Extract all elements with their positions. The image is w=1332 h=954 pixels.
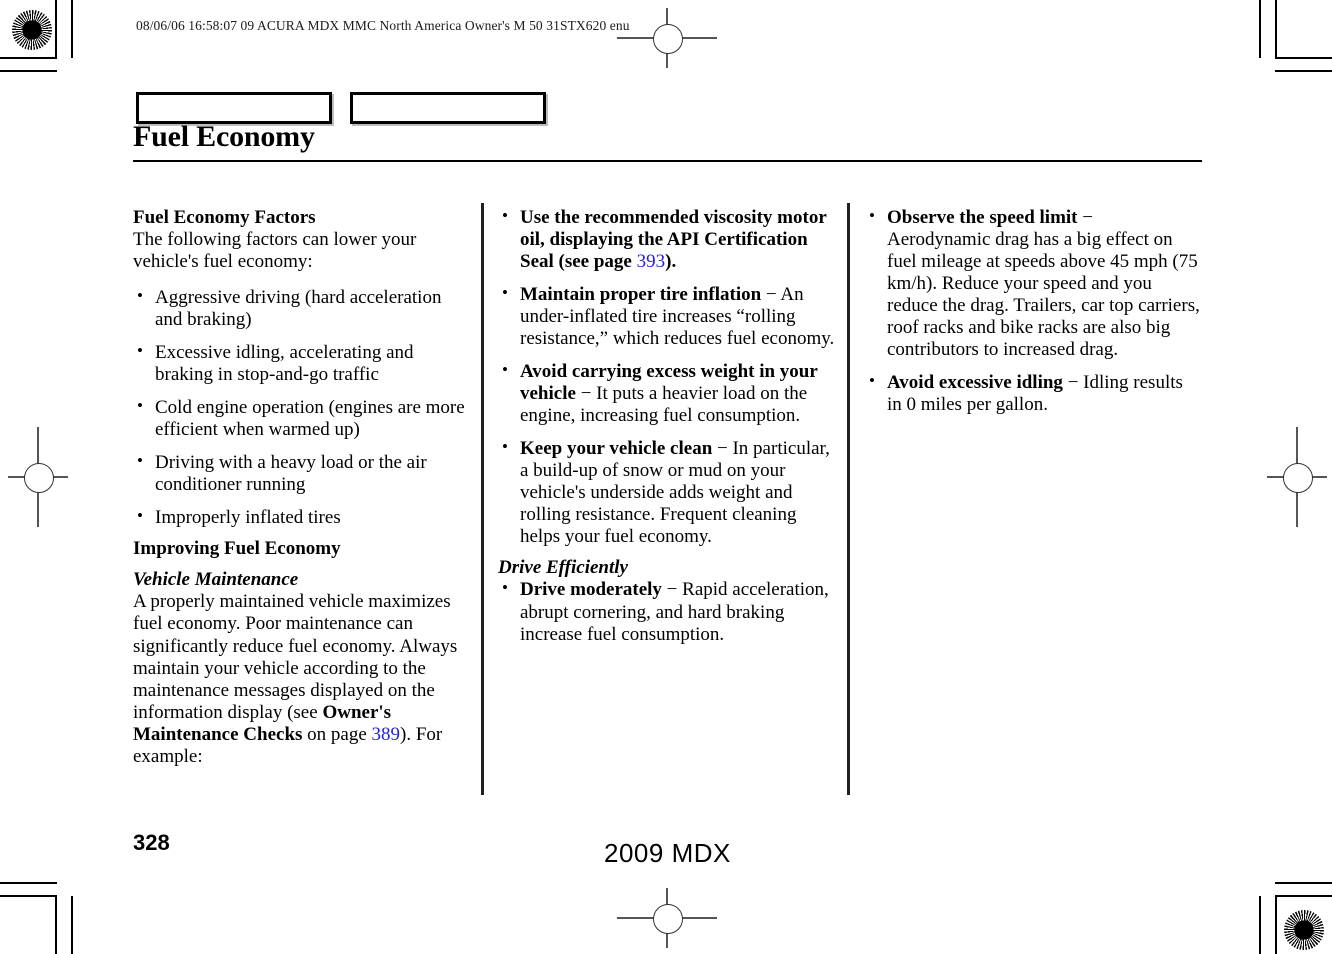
driving-tips-bullet-list: Observe the speed limit − Aerodynamic dr… bbox=[865, 206, 1200, 416]
bullet-lead-text: Avoid excessive idling bbox=[887, 372, 1063, 394]
drive-efficiently-bullet-list: Drive moderately − Rapid acceleration, a… bbox=[498, 578, 838, 645]
bullet-lead-text: Drive moderately bbox=[520, 579, 662, 601]
maintenance-bullet-list: Use the recommended viscosity motor oil,… bbox=[498, 206, 838, 548]
bullet-lead-text: Observe the speed limit bbox=[887, 207, 1078, 228]
column-divider-2 bbox=[847, 203, 850, 795]
registration-target-right-icon bbox=[1267, 427, 1327, 527]
em-dash-separator: − bbox=[1067, 372, 1079, 394]
crop-mark-line bbox=[71, 0, 73, 58]
registration-target-bottom-icon bbox=[617, 888, 717, 948]
crop-mark-line bbox=[0, 57, 57, 59]
bullet-lead-tail: ). bbox=[665, 251, 677, 273]
crop-mark-line bbox=[1275, 0, 1277, 57]
heading-improving-fuel-economy: Improving Fuel Economy bbox=[133, 538, 341, 560]
registration-target-left-icon bbox=[8, 427, 68, 527]
registration-ring bbox=[24, 463, 54, 493]
registration-ring bbox=[653, 904, 683, 934]
list-item: Improperly inflated tires bbox=[133, 506, 471, 529]
crop-mark-line bbox=[0, 895, 57, 897]
intro-paragraph: The following factors can lower your veh… bbox=[133, 229, 417, 273]
crop-mark-line bbox=[1275, 57, 1332, 59]
paragraph-text-part1: A properly maintained vehicle maximizes … bbox=[133, 591, 458, 723]
crop-mark-line bbox=[71, 896, 73, 954]
list-item: Driving with a heavy load or the air con… bbox=[133, 451, 471, 496]
vehicle-maintenance-paragraph: A properly maintained vehicle maximizes … bbox=[133, 591, 471, 767]
list-item: Keep your vehicle clean − In particular,… bbox=[498, 437, 838, 548]
paragraph-text-part2: on page bbox=[302, 723, 372, 745]
em-dash-separator: − bbox=[666, 579, 678, 601]
bullet-body-text: Aerodynamic drag has a big effect on fue… bbox=[887, 229, 1200, 361]
registration-starburst-icon bbox=[1284, 910, 1324, 950]
page-number: 328 bbox=[133, 830, 170, 855]
registration-ring bbox=[653, 24, 683, 54]
column-divider-1 bbox=[481, 203, 484, 795]
list-item: Drive moderately − Rapid acceleration, a… bbox=[498, 578, 838, 645]
registration-ring bbox=[1283, 463, 1313, 493]
crop-mark-line bbox=[1275, 895, 1277, 954]
crop-mark-line bbox=[1259, 0, 1261, 58]
model-year-label: 2009 MDX bbox=[604, 838, 731, 868]
crop-mark-line bbox=[55, 0, 57, 57]
subheading-drive-efficiently: Drive Efficiently bbox=[498, 557, 628, 579]
em-dash-separator: − bbox=[1082, 207, 1093, 228]
crop-mark-line bbox=[0, 882, 57, 884]
heading-fuel-economy-factors: Fuel Economy Factors bbox=[133, 207, 316, 228]
em-dash-separator: − bbox=[580, 383, 592, 405]
crop-mark-line bbox=[0, 70, 57, 72]
list-item: Avoid carrying excess weight in your veh… bbox=[498, 360, 838, 427]
list-item: Avoid excessive idling − Idling results … bbox=[865, 371, 1200, 416]
print-slug-line: 08/06/06 16:58:07 09 ACURA MDX MMC North… bbox=[136, 18, 630, 33]
list-item: Observe the speed limit − Aerodynamic dr… bbox=[865, 206, 1200, 361]
list-item: Maintain proper tire inflation − An unde… bbox=[498, 283, 838, 350]
crop-mark-line bbox=[55, 895, 57, 954]
em-dash-separator: − bbox=[717, 438, 728, 460]
content-column-2: Use the recommended viscosity motor oil,… bbox=[498, 206, 838, 646]
list-item: Use the recommended viscosity motor oil,… bbox=[498, 206, 838, 273]
registration-target-top-icon bbox=[617, 8, 717, 68]
em-dash-separator: − bbox=[765, 284, 777, 306]
list-item: Excessive idling, accelerating and braki… bbox=[133, 341, 471, 386]
page-title: Fuel Economy bbox=[133, 120, 315, 153]
title-underline-rule bbox=[133, 160, 1202, 162]
crop-mark-line bbox=[1275, 882, 1332, 884]
list-item: Cold engine operation (engines are more … bbox=[133, 396, 471, 441]
subheading-vehicle-maintenance: Vehicle Maintenance bbox=[133, 569, 299, 591]
factors-bullet-list: Aggressive driving (hard acceleration an… bbox=[133, 286, 471, 529]
crop-mark-line bbox=[1275, 895, 1332, 897]
crop-mark-line bbox=[1259, 896, 1261, 954]
page-reference-link-389[interactable]: 389 bbox=[372, 724, 401, 745]
registration-starburst-icon bbox=[12, 10, 52, 50]
content-column-3: Observe the speed limit − Aerodynamic dr… bbox=[865, 206, 1200, 416]
crop-mark-line bbox=[1275, 70, 1332, 72]
bullet-lead-text: Keep your vehicle clean bbox=[520, 438, 713, 460]
content-column-1: Fuel Economy Factors The following facto… bbox=[133, 207, 471, 768]
page-reference-link-393[interactable]: 393 bbox=[637, 251, 666, 272]
list-item: Aggressive driving (hard acceleration an… bbox=[133, 286, 471, 331]
section-tab-box-2[interactable] bbox=[350, 92, 546, 124]
bullet-lead-text: Maintain proper tire inflation bbox=[520, 284, 762, 306]
